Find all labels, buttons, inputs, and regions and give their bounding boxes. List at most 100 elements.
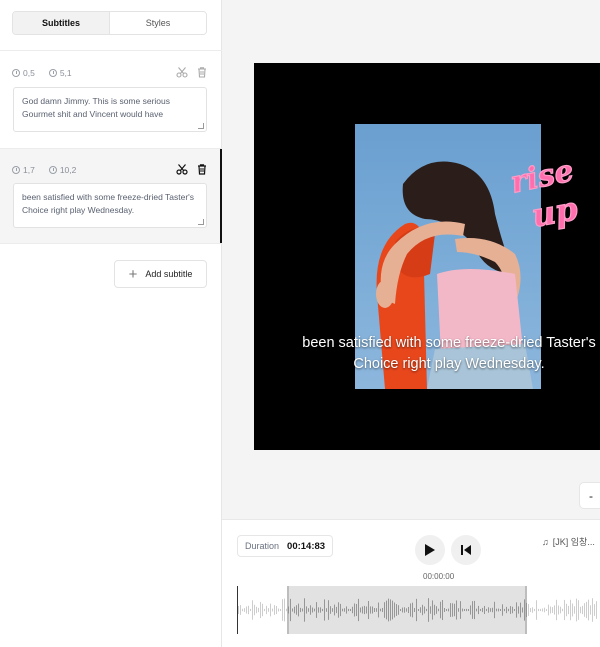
waveform-bar	[402, 607, 403, 613]
waveform-bar	[244, 608, 245, 612]
trash-icon[interactable]	[196, 163, 208, 175]
waveform-bar	[254, 604, 255, 616]
scissors-icon[interactable]	[176, 66, 188, 78]
waveform-bar	[482, 607, 483, 613]
waveform-bar	[444, 607, 445, 613]
tab-subtitles[interactable]: Subtitles	[13, 12, 110, 34]
waveform-bar	[488, 607, 489, 613]
waveform-bar	[446, 608, 447, 612]
divider	[0, 243, 222, 244]
waveform-bar	[380, 608, 381, 612]
subtitle-actions	[176, 163, 208, 175]
waveform-bar	[308, 608, 309, 612]
waveform-bar	[594, 604, 595, 616]
waveform-bar	[430, 606, 431, 614]
skip-to-start-button[interactable]	[451, 535, 481, 565]
waveform-bar	[480, 608, 481, 612]
subtitle-entry: 0,5 5,1 God damn Jimmy. This is some ser…	[0, 52, 222, 148]
start-time[interactable]: 1,7	[12, 165, 35, 175]
subtitle-text-field[interactable]: been satisfied with some freeze-dried Ta…	[13, 183, 207, 228]
waveform-bar	[310, 605, 311, 615]
waveform-bar	[320, 607, 321, 613]
play-icon	[425, 544, 435, 556]
waveform-bar	[370, 606, 371, 614]
waveform-bar	[384, 602, 385, 618]
waveform-bar	[520, 602, 521, 618]
subtitle-text: been satisfied with some freeze-dried Ta…	[22, 192, 195, 215]
waveform-bar	[562, 608, 563, 612]
duration-value: 00:14:83	[287, 540, 326, 552]
start-time-value: 0,5	[23, 68, 35, 78]
waveform-bar	[328, 600, 329, 620]
video-preview[interactable]: rise up been satisfied with some freeze-…	[254, 63, 600, 450]
end-time[interactable]: 10,2	[48, 165, 76, 175]
play-button[interactable]	[415, 535, 445, 565]
waveform-bar	[540, 608, 541, 612]
waveform-bar	[546, 608, 547, 612]
waveform-bar	[440, 601, 441, 619]
waveform-bar	[398, 605, 399, 615]
waveform-bar	[294, 606, 295, 614]
waveform-bar	[276, 605, 277, 615]
waveform-bar	[434, 604, 435, 616]
waveform-bar	[332, 608, 333, 612]
waveform-bar	[418, 608, 419, 612]
start-time-value: 1,7	[23, 165, 35, 175]
sticker-text-up: up	[529, 189, 581, 233]
add-subtitle-button[interactable]: + Add subtitle	[114, 260, 207, 288]
waveform-bar	[420, 607, 421, 613]
waveform-bar	[262, 603, 263, 617]
waveform-bar	[264, 608, 265, 612]
waveform-bar	[494, 601, 495, 619]
waveform-bar	[312, 607, 313, 613]
trash-icon[interactable]	[196, 66, 208, 78]
end-time[interactable]: 5,1	[48, 68, 72, 78]
tab-styles[interactable]: Styles	[110, 12, 206, 34]
waveform-bar	[544, 607, 545, 613]
music-track-name: [JK] 임창...	[552, 537, 595, 547]
zoom-minus-button[interactable]: -	[579, 482, 600, 509]
divider	[0, 50, 222, 51]
waveform-bar	[394, 602, 395, 618]
resize-grip-icon[interactable]	[198, 123, 204, 129]
waveform-bar	[386, 600, 387, 620]
waveform-bar	[336, 606, 337, 614]
waveform-bar	[358, 598, 359, 622]
subtitle-text-field[interactable]: God damn Jimmy. This is some serious Gou…	[13, 87, 207, 132]
waveform-bar	[514, 608, 515, 612]
audio-waveform[interactable]	[236, 585, 600, 635]
waveform-bar	[596, 601, 597, 619]
waveform-bar	[578, 600, 579, 620]
music-track[interactable]: ♫ [JK] 임창...	[542, 535, 595, 548]
waveform-bar	[412, 602, 413, 618]
start-time[interactable]: 0,5	[12, 68, 35, 78]
waveform-bar	[376, 608, 377, 612]
waveform-bar	[464, 608, 465, 612]
waveform-bar	[300, 607, 301, 613]
waveform-bar	[500, 608, 501, 612]
waveform-bar	[408, 606, 409, 614]
waveform-bar	[278, 608, 279, 612]
waveform-bar	[506, 606, 507, 614]
duration-badge: Duration 00:14:83	[237, 535, 334, 557]
waveform-bar	[344, 608, 345, 612]
waveform-bar	[390, 599, 391, 621]
waveform-bar	[406, 608, 407, 612]
rise-up-sticker[interactable]: rise up	[507, 153, 600, 236]
waveform-bar	[516, 602, 517, 618]
waveform-bar	[250, 608, 251, 612]
waveform-bar	[274, 605, 275, 615]
waveform-bar	[426, 608, 427, 612]
waveform-bar	[368, 600, 369, 620]
waveform-bar	[334, 604, 335, 616]
plus-icon: +	[128, 265, 138, 283]
waveform-bar	[374, 607, 375, 613]
waveform-bar	[436, 606, 437, 614]
waveform-bar	[304, 598, 305, 622]
waveform-bar	[508, 608, 509, 612]
scissors-icon[interactable]	[176, 163, 188, 175]
waveform-bar	[468, 608, 469, 612]
resize-grip-icon[interactable]	[198, 219, 204, 225]
waveform-bar	[492, 607, 493, 613]
waveform-bar	[372, 606, 373, 614]
